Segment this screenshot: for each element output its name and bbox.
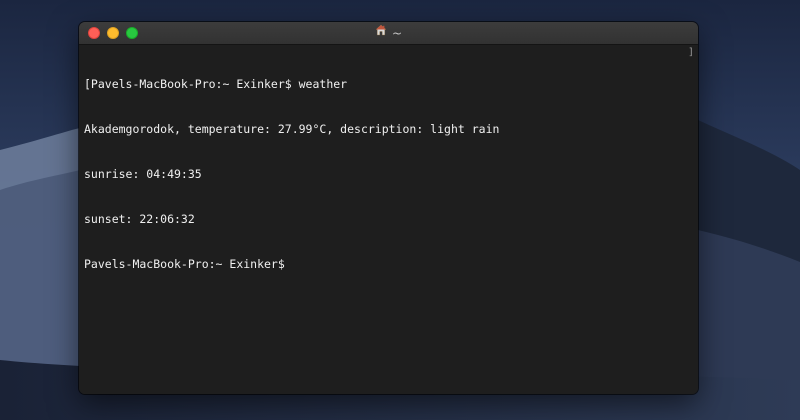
terminal-window: ~ [Pavels-MacBook-Pro:~ Exinker$ weather… <box>79 22 698 394</box>
minimize-button[interactable] <box>107 27 119 39</box>
terminal-line: sunset: 22:06:32 <box>84 212 195 226</box>
house-icon <box>375 22 387 43</box>
text-cursor <box>292 257 299 270</box>
terminal-line: [Pavels-MacBook-Pro:~ Exinker$ weather <box>84 77 348 91</box>
zoom-button[interactable] <box>126 27 138 39</box>
title-bar[interactable]: ~ <box>79 22 698 45</box>
terminal-line: sunrise: 04:49:35 <box>84 167 202 181</box>
terminal-prompt-line: Pavels-MacBook-Pro:~ Exinker$ <box>84 257 692 272</box>
terminal-prompt: Pavels-MacBook-Pro:~ Exinker$ <box>84 257 292 271</box>
terminal-content[interactable]: [Pavels-MacBook-Pro:~ Exinker$ weather A… <box>79 45 698 394</box>
close-button[interactable] <box>88 27 100 39</box>
scroll-marker: ] <box>687 47 694 58</box>
window-title-text: ~ <box>391 26 403 41</box>
terminal-line: Akademgorodok, temperature: 27.99°C, des… <box>84 122 500 136</box>
window-title: ~ <box>79 22 698 44</box>
